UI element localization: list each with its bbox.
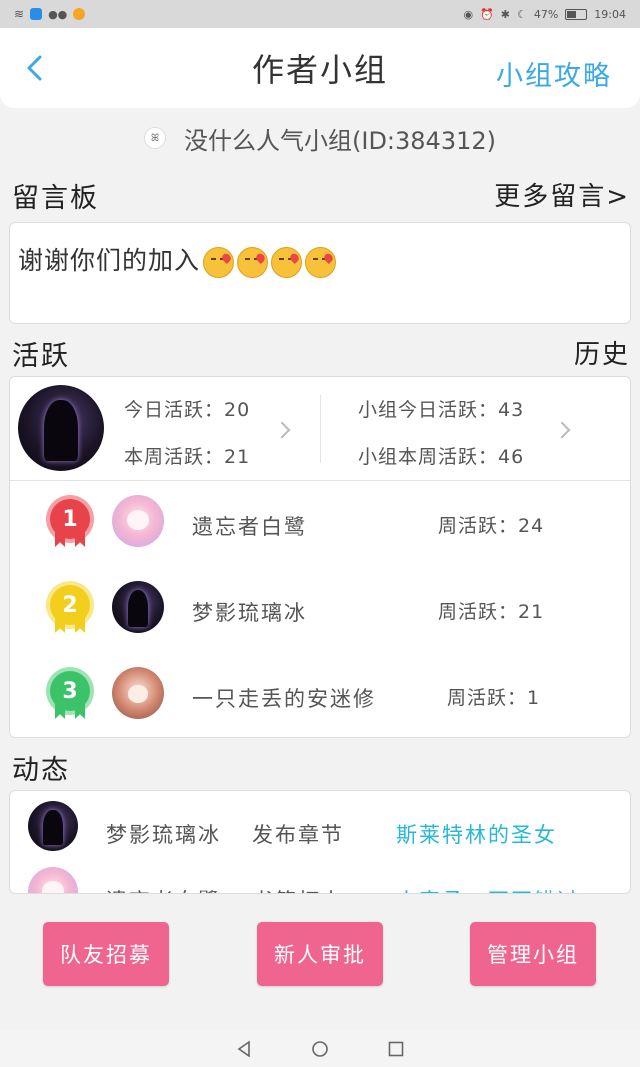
kiss-emoji-icon [305,246,337,278]
feed-action: 发布章节 [252,823,344,847]
group-name-row: ꕤ 没什么人气小组(ID:384312) [0,118,640,158]
avatar[interactable] [112,667,164,719]
divider [320,395,321,463]
week-activity: 本周活跃：21 [124,446,251,468]
home-circle-icon[interactable] [312,1040,328,1057]
moon-icon: ☾ [516,7,527,21]
avatar[interactable] [28,867,78,893]
app-icon [30,8,43,20]
today-activity: 今日活跃：20 [124,399,251,421]
ribbon-icon [75,531,85,547]
ribbon-icon [55,617,65,633]
feed-title: 动态 [12,755,70,786]
activity-title: 活跃 [12,341,70,372]
approve-button[interactable]: 新人审批 [257,922,383,986]
status-bar: ≋ ●● ◉ ⏰ ✱ ☾ 47% 19:04 [0,0,640,28]
ribbon-icon [75,617,85,633]
feed-target-link[interactable]: 斯莱特林的圣女 [396,819,557,849]
alarm-icon: ⏰ [480,7,494,21]
chevron-right-icon[interactable] [273,421,291,439]
battery-percent: 47% [533,7,559,21]
group-today-activity: 小组今日活跃：43 [358,399,525,421]
bluetooth-icon: ✱ [500,7,510,21]
chevron-left-icon[interactable] [22,54,50,82]
ranking-row-1[interactable]: 1 遗忘者白鹭 周活跃：24 [10,495,630,565]
kiss-emoji-icon [203,246,235,278]
manage-group-button[interactable]: 管理小组 [470,922,596,986]
avatar[interactable] [112,495,164,547]
member-name: 遗忘者白鹭 [192,515,307,539]
recruit-button[interactable]: 队友招募 [43,922,169,986]
wechat-icon: ●● [48,7,68,21]
feed-item[interactable]: 遗忘者白鹭 书籍打卡 大容承：不再错过 [10,863,630,893]
member-name: 一只走丢的安迷修 [192,687,376,711]
avatar[interactable] [28,801,78,851]
board-title: 留言板 [12,183,99,214]
system-nav-bar [0,1030,640,1067]
member-weekly-activity: 周活跃：1 [447,687,541,709]
group-icon: ꕤ [144,127,166,149]
member-weekly-activity: 周活跃：21 [438,601,545,623]
group-week-activity: 小组本周活跃：46 [358,446,525,468]
feed-target-link[interactable]: 大容承：不再错过 [396,885,580,893]
kiss-emoji-icon [271,246,303,278]
group-name: 没什么人气小组(ID:384312) [184,126,496,155]
feed-item[interactable]: 梦影琉璃冰 发布章节 斯莱特林的圣女 [10,797,630,857]
avatar[interactable] [18,385,104,471]
ribbon-icon [55,703,65,719]
header: 作者小组 小组攻略 [0,28,640,108]
notification-icon [73,8,86,20]
page-title: 作者小组 [251,51,388,89]
kiss-emoji-icon [237,246,269,278]
wifi-icon: ≋ [14,7,25,21]
activity-card: 今日活跃：20 本周活跃：21 小组今日活跃：43 小组本周活跃：46 1 遗忘… [9,376,631,738]
feed-user: 遗忘者白鹭 [106,885,221,893]
message-board[interactable]: 谢谢你们的加入 [9,222,631,324]
more-messages-link[interactable]: 更多留言> [494,176,630,213]
battery-icon [565,8,588,20]
ranking-row-2[interactable]: 2 梦影琉璃冰 周活跃：21 [10,581,630,651]
clock: 19:04 [594,7,626,21]
recent-apps-icon[interactable] [388,1041,404,1057]
member-weekly-activity: 周活跃：24 [438,515,545,537]
activity-stats: 今日活跃：20 本周活跃：21 小组今日活跃：43 小组本周活跃：46 [10,377,630,481]
eye-icon: ◉ [463,7,474,21]
board-message: 谢谢你们的加入 [18,246,201,275]
ranking-row-3[interactable]: 3 一只走丢的安迷修 周活跃：1 [10,667,630,737]
history-link[interactable]: 历史 [574,334,630,371]
member-name: 梦影琉璃冰 [192,601,307,625]
feed-user: 梦影琉璃冰 [106,823,221,847]
chevron-right-icon[interactable] [553,421,571,439]
avatar[interactable] [112,581,164,633]
ribbon-icon [55,531,65,547]
group-guide-link[interactable]: 小组攻略 [496,54,612,93]
ribbon-icon [75,703,85,719]
feed-card: 梦影琉璃冰 发布章节 斯莱特林的圣女 遗忘者白鹭 书籍打卡 大容承：不再错过 [9,790,631,894]
back-triangle-icon[interactable] [236,1040,252,1057]
feed-action: 书籍打卡 [252,885,344,893]
